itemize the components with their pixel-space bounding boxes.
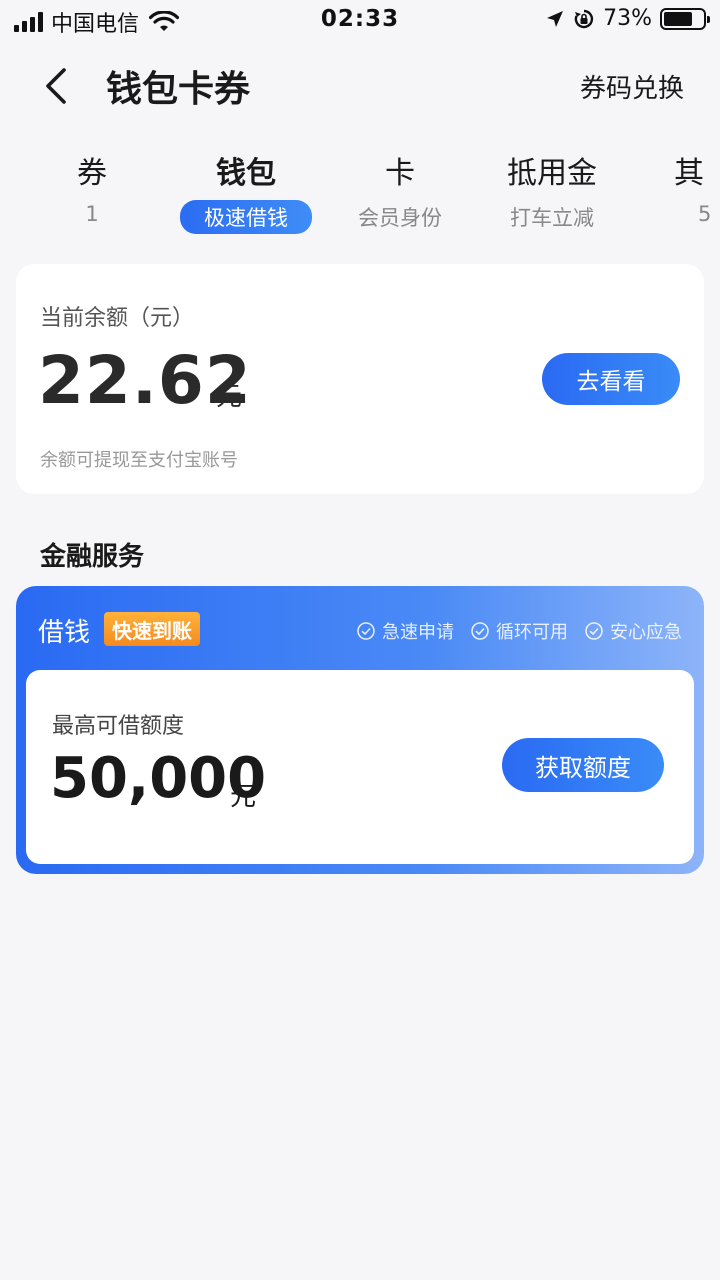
loan-card[interactable]: 借钱 快速到账 急速申请 循环可用 安心应急 最高可借额度 50,000 元 获… (16, 586, 704, 874)
get-limit-button[interactable]: 获取额度 (502, 738, 664, 792)
tab-sub: 打车立减 (510, 206, 594, 230)
feature-item: 急速申请 (356, 618, 454, 644)
rotation-lock-icon (574, 9, 594, 28)
loan-title: 借钱 (38, 618, 91, 648)
feature-label: 循环可用 (496, 622, 568, 643)
check-circle-icon (357, 622, 375, 640)
tab-count: 1 (85, 202, 99, 226)
tab-count: 5 (698, 202, 712, 226)
feature-item: 循环可用 (470, 618, 568, 644)
tab-sub: 会员身份 (358, 206, 442, 230)
tab-label: 抵用金 (507, 156, 597, 191)
tab-sub-badge: 极速借钱 (180, 200, 312, 234)
tab-vouchers[interactable]: 抵用金 打车立减 (500, 148, 604, 232)
category-tabs: 券 1 钱包 极速借钱 卡 会员身份 抵用金 打车立减 其 5 (0, 148, 720, 238)
check-circle-icon (585, 622, 603, 640)
balance-unit: 元 (216, 382, 243, 412)
loan-limit-panel: 最高可借额度 50,000 元 获取额度 (26, 670, 694, 864)
tab-label: 其 (674, 156, 704, 191)
battery-icon (660, 7, 710, 30)
tab-wallet[interactable]: 钱包 极速借钱 (170, 148, 322, 234)
feature-item: 安心应急 (584, 618, 682, 644)
balance-card: 当前余额（元） 22.62 元 去看看 余额可提现至支付宝账号 (16, 264, 704, 494)
status-right: 73% (545, 6, 710, 31)
status-bar: 中国电信 02:33 73% (0, 0, 720, 40)
balance-note: 余额可提现至支付宝账号 (40, 450, 238, 471)
loan-features: 急速申请 循环可用 安心应急 (356, 618, 682, 644)
page-header: 钱包卡券 券码兑换 (0, 50, 720, 120)
tab-label: 券 (77, 156, 107, 191)
tab-cards[interactable]: 卡 会员身份 (350, 148, 450, 232)
battery-fill (664, 11, 692, 26)
tab-coupons[interactable]: 券 1 (62, 148, 122, 226)
limit-label: 最高可借额度 (52, 714, 185, 739)
feature-label: 急速申请 (382, 622, 454, 643)
check-circle-icon (471, 622, 489, 640)
limit-unit: 元 (230, 782, 257, 812)
tab-label: 卡 (385, 156, 415, 191)
section-title: 金融服务 (40, 542, 145, 572)
chevron-left-icon[interactable] (40, 66, 70, 106)
feature-label: 安心应急 (610, 622, 682, 643)
balance-label: 当前余额（元） (40, 306, 195, 331)
page-title: 钱包卡券 (106, 69, 251, 110)
tab-other[interactable]: 其 5 (674, 148, 714, 226)
location-icon (547, 10, 564, 27)
view-balance-button[interactable]: 去看看 (542, 353, 680, 405)
tab-label: 钱包 (216, 156, 276, 191)
redeem-code-button[interactable]: 券码兑换 (580, 68, 684, 105)
battery-percent: 73% (603, 6, 652, 31)
fast-arrival-badge: 快速到账 (104, 612, 200, 646)
